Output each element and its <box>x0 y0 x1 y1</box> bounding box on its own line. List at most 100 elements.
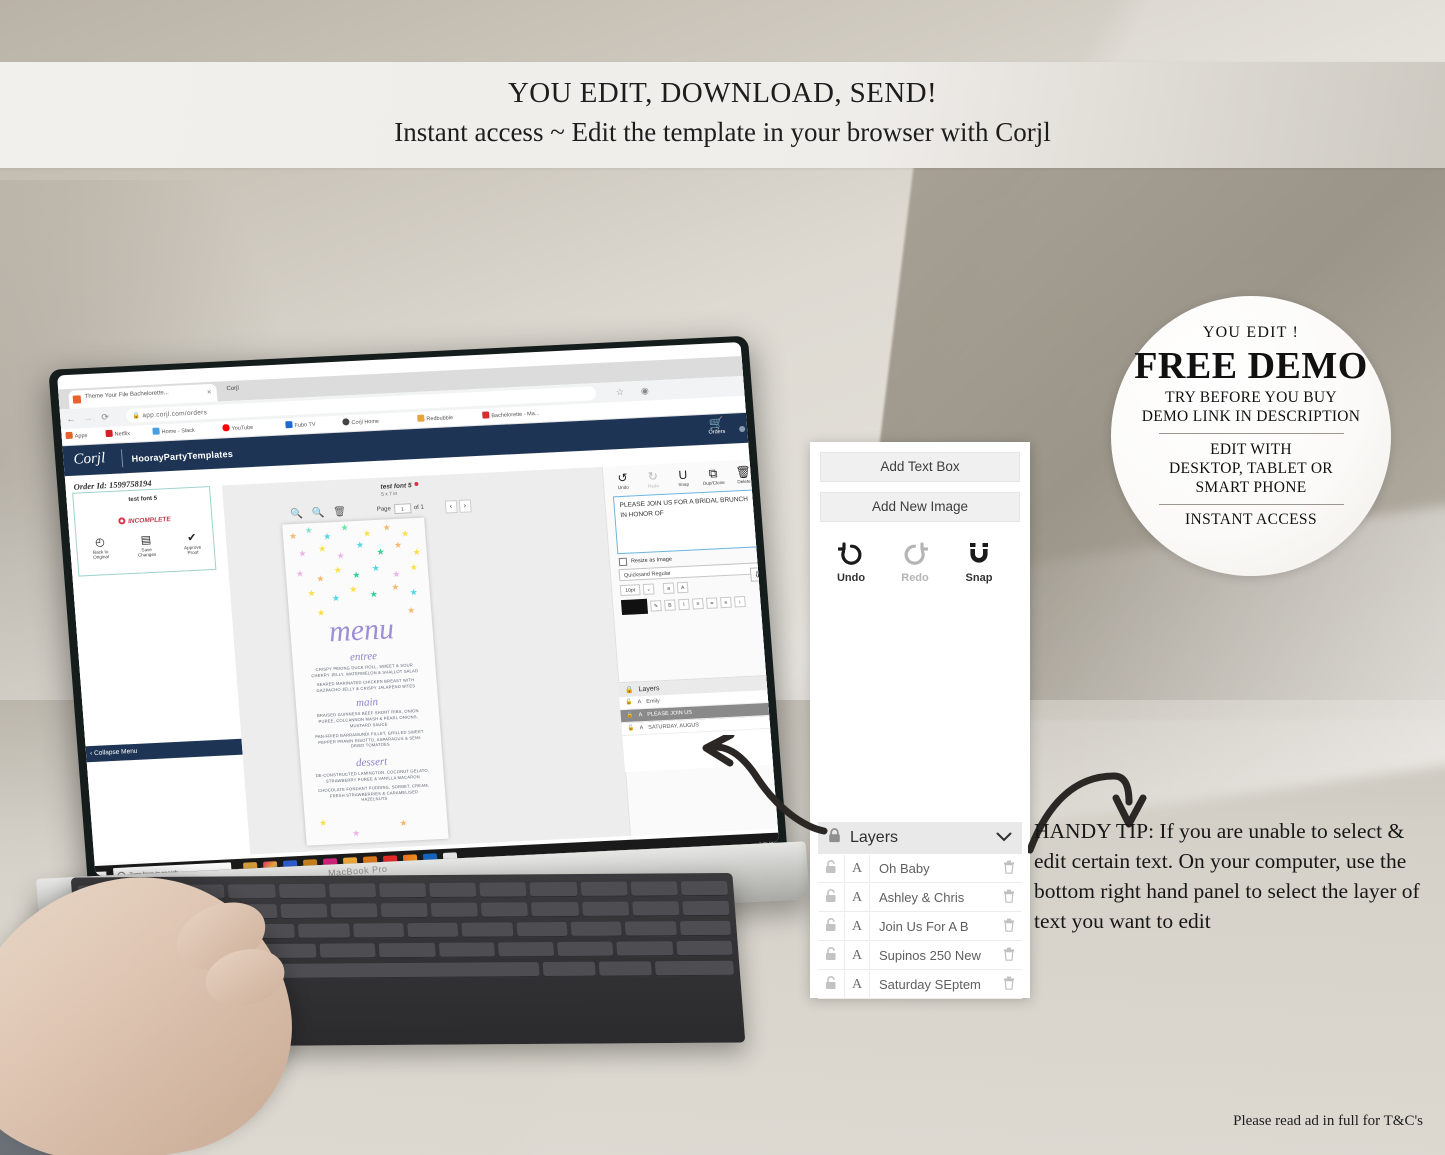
unlock-icon[interactable] <box>818 859 844 877</box>
approve-proof-button[interactable]: ✔ Approve Proof <box>171 531 213 557</box>
menu-card-design[interactable]: ★ ★ ★ ★ ★ ★ ★ ★ ★ ★ ★ ★ ★ ★ ★ ★ ★ ★ ★ ★ … <box>282 517 449 846</box>
increase-font-icon[interactable]: A <box>676 581 689 594</box>
back-arrow-icon[interactable]: ← <box>66 414 76 424</box>
unlock-icon[interactable]: 🔓 <box>627 713 634 719</box>
footer-terms-note: Please read ad in full for T&C's <box>1233 1113 1423 1129</box>
resize-label: Resize as Image <box>630 556 673 565</box>
orders-button[interactable]: 🛒 Orders <box>707 416 725 436</box>
bold-icon[interactable]: B <box>664 599 676 611</box>
zoom-in-icon[interactable]: 🔍 <box>290 508 303 520</box>
next-page-button[interactable]: › <box>458 498 472 513</box>
confetti-star: ★ <box>348 583 358 595</box>
save-changes-button[interactable]: ▤ Save Changes <box>125 533 167 559</box>
chevron-down-icon[interactable]: ⌄ <box>642 583 655 595</box>
browser-tab-title: Theme Your File Bachelorette... <box>84 390 169 401</box>
font-size-input[interactable]: 10pt <box>619 584 641 597</box>
layer-row[interactable]: A Join Us For A B <box>818 912 1022 941</box>
confetti-star: ★ <box>376 546 385 557</box>
confetti-star: ★ <box>304 525 314 536</box>
align-left-icon[interactable]: ≡ <box>692 598 704 610</box>
confetti-star: ★ <box>382 522 392 533</box>
italic-icon[interactable]: I <box>678 598 690 611</box>
template-card[interactable]: test font 5 INCOMPLETE ◴ Back to Origina… <box>72 486 217 577</box>
delete-layer-icon[interactable] <box>996 976 1022 993</box>
back-to-original-button[interactable]: ◴ Back to Original <box>80 536 122 562</box>
confetti-star: ★ <box>336 550 346 561</box>
forward-arrow-icon[interactable]: → <box>83 413 93 423</box>
add-new-image-button[interactable]: Add New Image <box>820 492 1020 522</box>
decrease-font-icon[interactable]: a <box>662 582 675 594</box>
banner-headline: YOU EDIT, DOWNLOAD, SEND! <box>507 77 938 109</box>
unlock-icon[interactable] <box>818 917 844 935</box>
bookmark-youtube[interactable]: YouTube <box>222 423 253 432</box>
profile-icon[interactable]: ◉ <box>641 386 650 397</box>
status-badge: INCOMPLETE <box>75 513 214 528</box>
chevron-down-icon[interactable] <box>996 829 1012 847</box>
delete-layer-icon[interactable] <box>996 947 1022 964</box>
confetti-star: ★ <box>362 528 372 539</box>
delete-layer-icon[interactable] <box>996 860 1022 877</box>
align-center-icon[interactable]: ≡ <box>705 597 718 609</box>
laptop-screen: Theme Your File Bachelorette... ✕ Corjl … <box>57 342 779 876</box>
bookmark-star-icon[interactable]: ☆ <box>616 387 625 398</box>
snap-button[interactable]: U Snap <box>669 468 698 487</box>
redo-icon <box>896 542 934 572</box>
unlock-icon[interactable] <box>818 946 844 964</box>
line-height-icon[interactable]: ↕ <box>733 596 746 608</box>
confetti-star: ★ <box>351 828 361 839</box>
status-dot-icon <box>117 517 126 525</box>
snap-button[interactable]: Snap <box>960 542 998 584</box>
redo-button[interactable]: Redo <box>896 542 934 584</box>
text-layer-icon: A <box>638 712 643 719</box>
browser-tab-2[interactable]: Corjl <box>226 386 239 393</box>
corjl-logo[interactable]: Corjl <box>73 450 106 468</box>
confetti-star: ★ <box>371 562 381 574</box>
zoom-out-icon[interactable]: 🔍 <box>311 507 324 519</box>
badge-footer: INSTANT ACCESS <box>1185 511 1317 528</box>
layer-row[interactable]: A Oh Baby <box>818 854 1022 883</box>
redo-button[interactable]: ↻ Redo <box>638 469 667 489</box>
unlock-icon[interactable]: 🔓 <box>628 726 635 732</box>
prev-page-button[interactable]: ‹ <box>444 499 458 514</box>
duplicate-button[interactable]: ⧉ Dup/Clone <box>699 466 728 486</box>
snap-label: Snap <box>965 572 993 584</box>
undo-button[interactable]: ↺ Undo <box>608 471 637 490</box>
layer-row[interactable]: A Saturday SEptem <box>818 970 1022 999</box>
confetti-star: ★ <box>391 568 401 580</box>
collapse-menu-button[interactable]: ‹ Collapse Menu <box>81 738 243 763</box>
format-row: ✎ B I ≡ ≡ ≡ ↕ <box>620 593 765 616</box>
badge-sub-line2: DEMO LINK IN DESCRIPTION <box>1141 408 1361 425</box>
layers-header[interactable]: Layers <box>818 822 1022 854</box>
unlock-icon[interactable] <box>818 975 844 993</box>
page-nav: ‹ › <box>444 498 472 514</box>
badge-mid-line1: EDIT WITH <box>1210 441 1292 458</box>
bookmark-fubo[interactable]: Fubo TV <box>285 420 316 429</box>
page-input[interactable]: 1 <box>393 503 412 515</box>
badge-divider <box>1158 504 1344 505</box>
bookmark-apps[interactable]: Apps <box>65 431 88 440</box>
close-icon[interactable]: ✕ <box>206 389 212 396</box>
undo-button[interactable]: Undo <box>832 542 870 584</box>
badge-mid-line2: DESKTOP, TABLET OR <box>1169 460 1333 477</box>
eyedropper-icon[interactable]: ✎ <box>650 600 662 612</box>
layer-row[interactable]: A Ashley & Chris <box>818 883 1022 912</box>
reload-icon[interactable]: ⟳ <box>101 412 109 423</box>
trash-icon[interactable]: 🗑 <box>333 506 347 518</box>
layers-title: Layers <box>850 829 899 846</box>
delete-layer-icon[interactable] <box>996 889 1022 906</box>
confetti-star: ★ <box>409 561 419 573</box>
bookmark-netflix[interactable]: Netflix <box>105 429 130 438</box>
text-color-swatch[interactable] <box>620 598 649 616</box>
unlock-icon[interactable] <box>818 888 844 906</box>
delete-layer-icon[interactable] <box>996 918 1022 935</box>
confetti-star: ★ <box>393 539 403 551</box>
layer-row[interactable]: A Supinos 250 New <box>818 941 1022 970</box>
duplicate-label: Dup/Clone <box>702 479 725 486</box>
layer-name: Join Us For A B <box>879 918 969 934</box>
add-text-box-button[interactable]: Add Text Box <box>820 452 1020 482</box>
text-content-input[interactable]: PLEASE JOIN US FOR A BRIDAL BRUNCH IN HO… <box>612 489 761 555</box>
layer-name: Saturday SEptem <box>879 976 981 992</box>
unlock-icon[interactable]: 🔓 <box>626 700 633 706</box>
action-label-3b: Proof <box>187 550 199 556</box>
align-right-icon[interactable]: ≡ <box>719 596 732 609</box>
